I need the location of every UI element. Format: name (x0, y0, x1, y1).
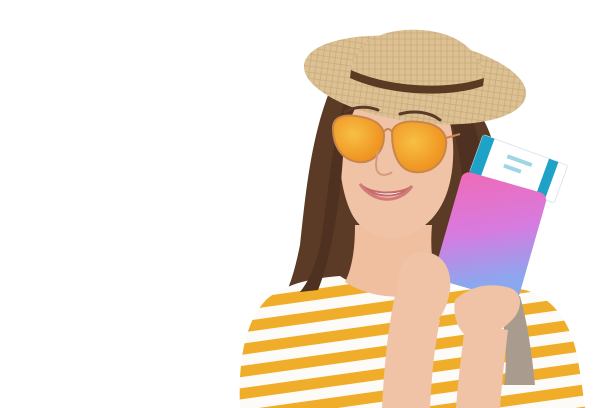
traveler-photo (239, 29, 585, 408)
photo-scene (0, 0, 612, 408)
right-arm (456, 325, 508, 408)
